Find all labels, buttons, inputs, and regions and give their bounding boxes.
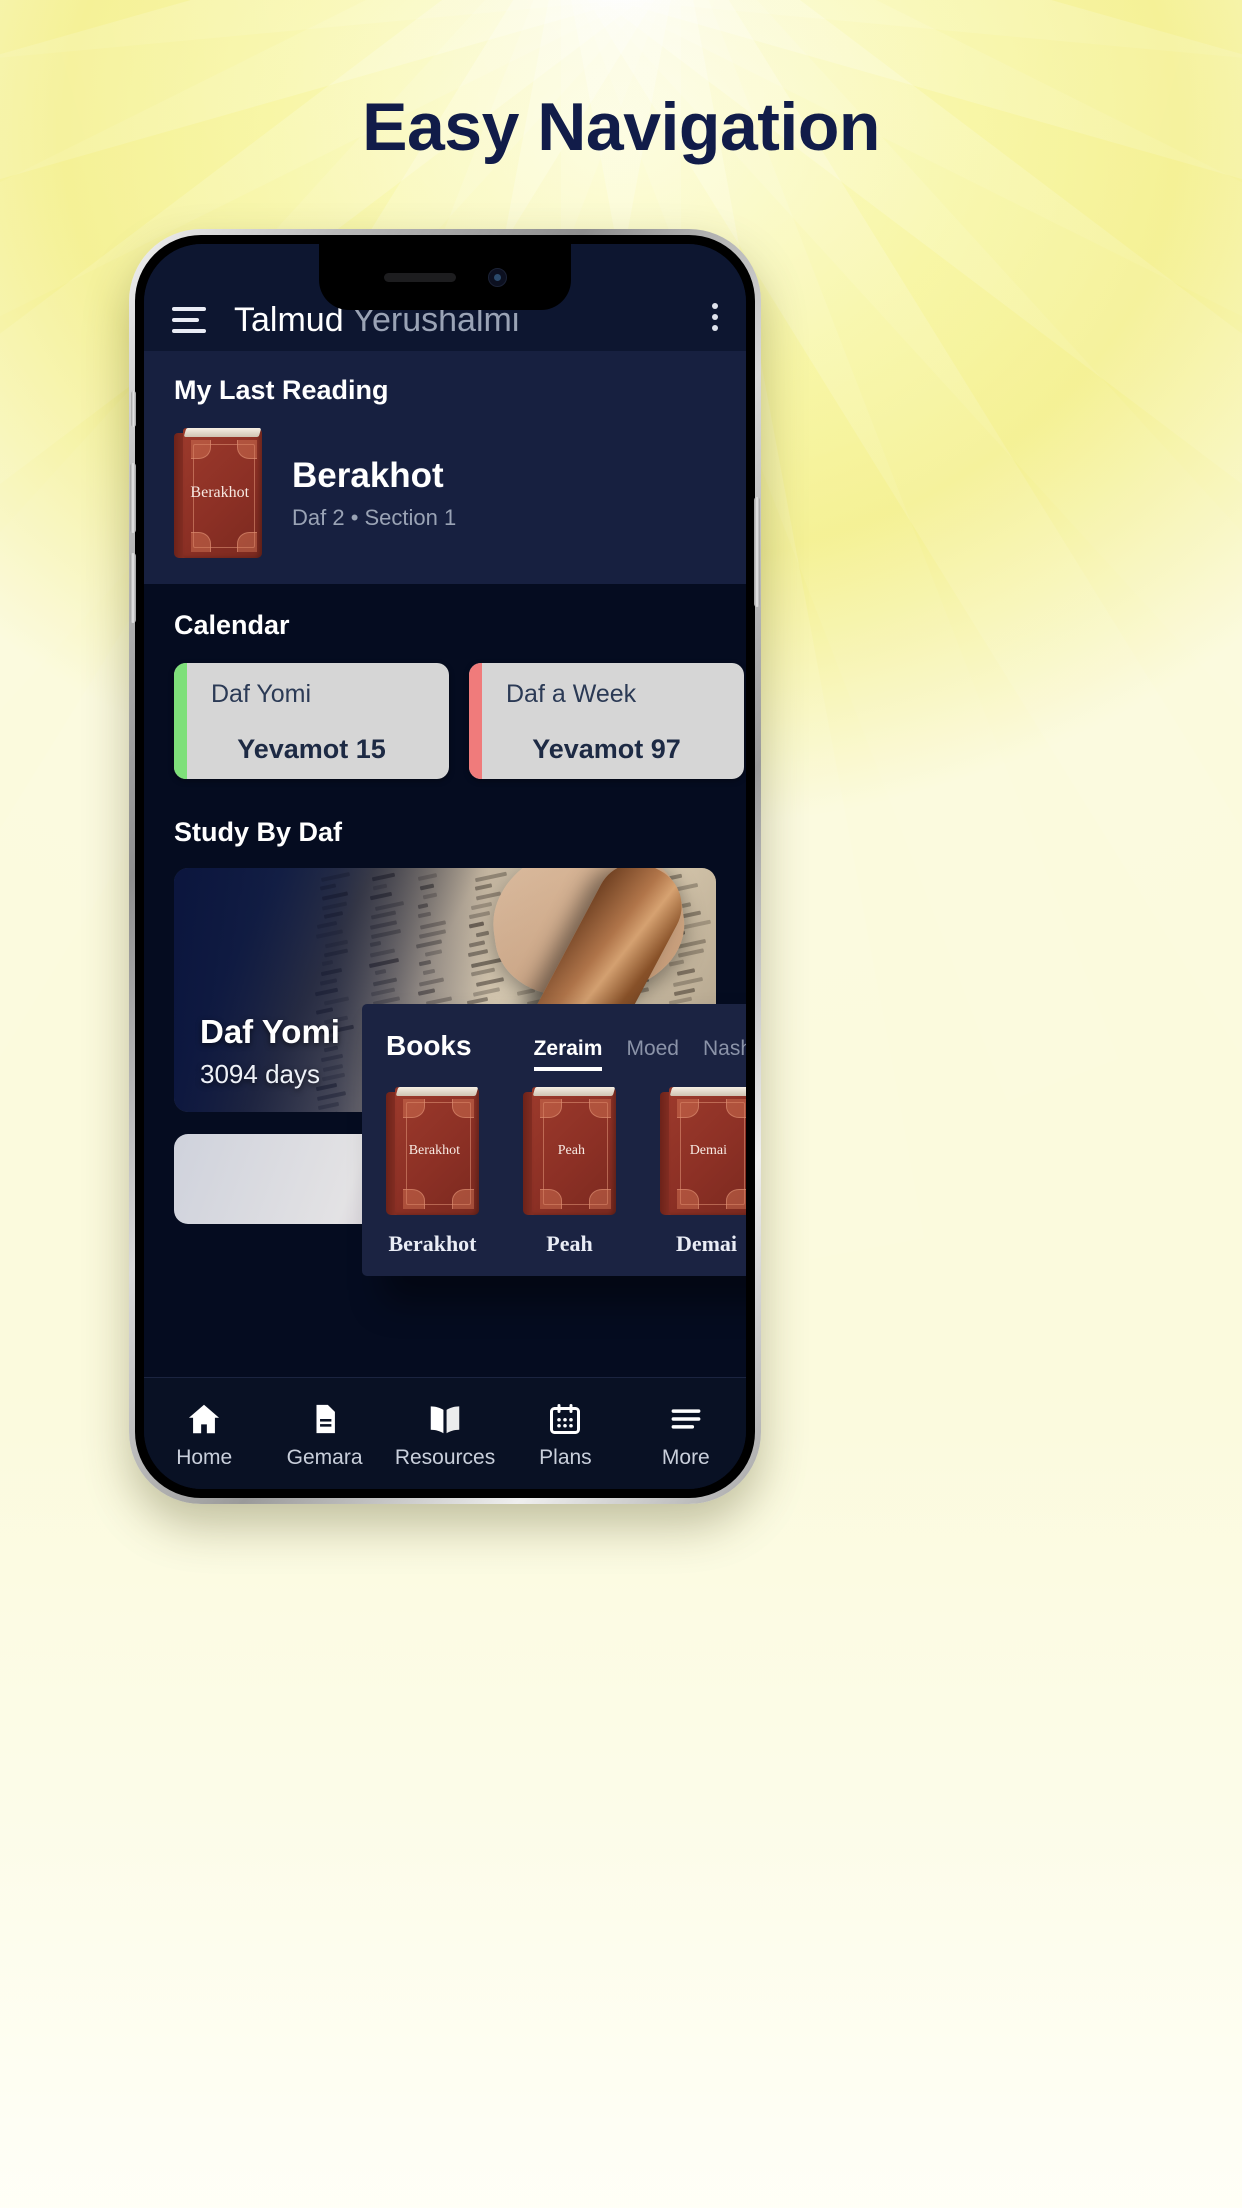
phone-screen: Talmud Yerushalmi My Last Reading Berakh…: [144, 244, 746, 1489]
last-reading-section: My Last Reading Berakhot Berakhot Daf 2 …: [144, 351, 746, 584]
phone-mute-button: [131, 391, 136, 427]
last-reading-row[interactable]: Berakhot Berakhot Daf 2 • Section 1: [144, 406, 746, 558]
daf-card-title: Daf Yomi: [200, 1013, 340, 1051]
books-icon[interactable]: [385, 1398, 505, 1440]
book-cover-label: Berakhot: [399, 1142, 470, 1160]
kebab-menu-icon[interactable]: [712, 303, 718, 331]
nav-item-plans[interactable]: Plans: [505, 1398, 625, 1470]
book-cover-label: Demai: [673, 1142, 744, 1160]
books-tab-moed[interactable]: Moed: [626, 1037, 679, 1071]
book-cover-label: Peah: [536, 1142, 607, 1160]
books-overlay-header: Books ZeraimMoedNashimNezikinTahorot: [362, 1004, 746, 1071]
books-tab-zeraim[interactable]: Zeraim: [534, 1037, 603, 1071]
nav-item-gemara[interactable]: Gemara: [264, 1398, 384, 1470]
daf-card-subtitle: 3094 days: [200, 1059, 340, 1090]
nav-item-label: Plans: [505, 1446, 625, 1470]
bottom-navigation[interactable]: Home Gemara Resources Plans More: [144, 1377, 746, 1489]
nav-item-home[interactable]: Home: [144, 1398, 264, 1470]
background-fade: [0, 1388, 1242, 2208]
phone-power-button: [754, 497, 760, 607]
last-reading-text: Berakhot Daf 2 • Section 1: [292, 456, 456, 531]
book-item-name: Peah: [523, 1231, 616, 1257]
books-overlay-panel[interactable]: Books ZeraimMoedNashimNezikinTahorot Ber…: [362, 1004, 746, 1276]
last-reading-book-cover[interactable]: Berakhot: [174, 428, 262, 558]
books-grid[interactable]: BerakhotBerakhotPeahPeahDemaiDemaiKilayi…: [362, 1071, 746, 1257]
nav-item-label: Gemara: [264, 1446, 384, 1470]
calendar-card-row[interactable]: Daf YomiYevamot 15Daf a WeekYevamot 97We: [144, 641, 746, 779]
calendar-card[interactable]: Daf Yomi Yevamot 15: [174, 663, 449, 779]
calendar-card-label: Daf a Week: [506, 680, 636, 709]
daf-card-text: Daf Yomi 3094 days: [200, 1013, 340, 1090]
books-category-tabs[interactable]: ZeraimMoedNashimNezikinTahorot: [534, 1037, 746, 1071]
calendar-card[interactable]: Daf a Week Yevamot 97: [469, 663, 744, 779]
books-tab-nashim[interactable]: Nashim: [703, 1037, 746, 1071]
calendar-card-label: Daf Yomi: [211, 680, 311, 709]
book-cover[interactable]: Peah: [523, 1087, 616, 1215]
phone-notch: [319, 244, 571, 310]
book-cover[interactable]: Demai: [660, 1087, 746, 1215]
nav-item-more[interactable]: More: [626, 1398, 746, 1470]
book-cover[interactable]: Berakhot: [386, 1087, 479, 1215]
book-item-name: Berakhot: [386, 1231, 479, 1257]
last-reading-meta: Daf 2 • Section 1: [292, 505, 456, 531]
book-cover-label: Berakhot: [186, 483, 253, 503]
calendar-card-value: Yevamot 97: [469, 734, 744, 765]
front-camera-icon: [488, 268, 507, 287]
calendar-icon[interactable]: [505, 1398, 625, 1440]
phone-mockup: Talmud Yerushalmi My Last Reading Berakh…: [129, 229, 761, 1504]
hamburger-icon[interactable]: [172, 307, 206, 333]
last-reading-title: My Last Reading: [144, 351, 746, 406]
calendar-card-value: Yevamot 15: [174, 734, 449, 765]
book-item[interactable]: Berakhot Berakhot: [386, 1087, 479, 1257]
home-icon[interactable]: [144, 1398, 264, 1440]
book-item[interactable]: Demai Demai: [660, 1087, 746, 1257]
phone-volume-up: [130, 463, 136, 533]
book-item-name: Demai: [660, 1231, 746, 1257]
last-reading-name: Berakhot: [292, 456, 456, 496]
study-by-daf-title: Study By Daf: [144, 791, 746, 848]
nav-item-label: Home: [144, 1446, 264, 1470]
document-icon[interactable]: [264, 1398, 384, 1440]
nav-item-resources[interactable]: Resources: [385, 1398, 505, 1470]
nav-item-label: Resources: [385, 1446, 505, 1470]
page-title: Easy Navigation: [0, 88, 1242, 166]
nav-item-label: More: [626, 1446, 746, 1470]
book-item[interactable]: Peah Peah: [523, 1087, 616, 1257]
calendar-section: Calendar Daf Yomi Yevamot 15 Daf a Week Yev…: [144, 584, 746, 787]
phone-volume-down: [130, 553, 136, 623]
app-title-primary: Talmud: [234, 301, 344, 339]
books-overlay-title: Books: [386, 1030, 472, 1062]
earpiece-speaker: [384, 273, 456, 282]
calendar-title: Calendar: [144, 584, 746, 641]
menu-lines-icon[interactable]: [626, 1398, 746, 1440]
